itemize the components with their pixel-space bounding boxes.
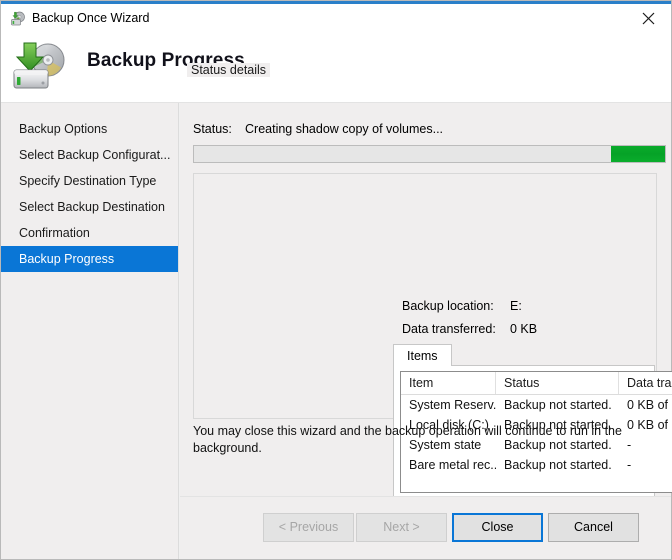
window-title: Backup Once Wizard bbox=[32, 11, 150, 25]
status-line: Status: Creating shadow copy of volumes..… bbox=[193, 122, 443, 136]
close-icon[interactable] bbox=[625, 4, 671, 32]
next-button[interactable]: Next > bbox=[356, 513, 447, 542]
backup-once-wizard-window: Backup Once Wizard Backup Progress Backu… bbox=[0, 0, 672, 560]
table-row[interactable]: Bare metal rec... Backup not started. - bbox=[401, 455, 672, 475]
sidebar-item-specify-destination-type[interactable]: Specify Destination Type bbox=[1, 168, 178, 194]
cell-data-transferred: 0 KB of 0 KB bbox=[627, 398, 672, 412]
status-label: Status: bbox=[193, 122, 232, 136]
items-table-header: Item Status Data transferred bbox=[401, 372, 672, 395]
sidebar-item-confirmation[interactable]: Confirmation bbox=[1, 220, 178, 246]
wizard-content: Status: Creating shadow copy of volumes..… bbox=[180, 103, 672, 499]
sidebar-item-select-backup-destination[interactable]: Select Backup Destination bbox=[1, 194, 178, 220]
status-value: Creating shadow copy of volumes... bbox=[245, 122, 444, 136]
backup-disk-icon bbox=[11, 39, 71, 93]
column-header-data-transferred[interactable]: Data transferred bbox=[619, 372, 672, 394]
title-bar: Backup Once Wizard bbox=[1, 4, 671, 32]
cell-data-transferred: - bbox=[627, 458, 632, 472]
status-details-legend: Status details bbox=[187, 63, 271, 77]
sidebar-item-backup-options[interactable]: Backup Options bbox=[1, 116, 178, 142]
wizard-footer: < Previous Next > Close Cancel bbox=[180, 496, 671, 559]
sidebar-item-backup-progress[interactable]: Backup Progress bbox=[1, 246, 178, 272]
backup-wizard-icon bbox=[10, 11, 26, 27]
column-header-status[interactable]: Status bbox=[496, 372, 619, 394]
column-header-item[interactable]: Item bbox=[401, 372, 496, 394]
backup-location-label: Backup location: bbox=[402, 299, 494, 313]
cell-status: Backup not started. bbox=[504, 458, 612, 472]
background-note: You may close this wizard and the backup… bbox=[193, 424, 622, 455]
cell-item: Bare metal rec... bbox=[409, 458, 496, 472]
progress-bar bbox=[193, 145, 666, 163]
data-transferred-label: Data transferred: bbox=[402, 322, 496, 336]
progress-bar-chunk bbox=[611, 146, 665, 162]
backup-location-value: E: bbox=[510, 299, 522, 313]
backup-location-row: Backup location: E: bbox=[402, 299, 522, 313]
wizard-steps-sidebar: Backup Options Select Backup Configurat.… bbox=[1, 103, 179, 559]
cancel-button[interactable]: Cancel bbox=[548, 513, 639, 542]
tab-items[interactable]: Items bbox=[393, 344, 452, 366]
cell-status: Backup not started. bbox=[504, 398, 612, 412]
tab-strip: Items bbox=[393, 344, 655, 366]
wizard-header: Backup Progress bbox=[1, 32, 671, 103]
data-transferred-value: 0 KB bbox=[510, 322, 538, 336]
data-transferred-row: Data transferred: 0 KB bbox=[402, 322, 537, 336]
previous-button[interactable]: < Previous bbox=[263, 513, 354, 542]
cell-item: System Reserv... bbox=[409, 398, 496, 412]
sidebar-item-select-backup-configuration[interactable]: Select Backup Configurat... bbox=[1, 142, 178, 168]
table-row[interactable]: System Reserv... Backup not started. 0 K… bbox=[401, 395, 672, 415]
close-button[interactable]: Close bbox=[452, 513, 543, 542]
